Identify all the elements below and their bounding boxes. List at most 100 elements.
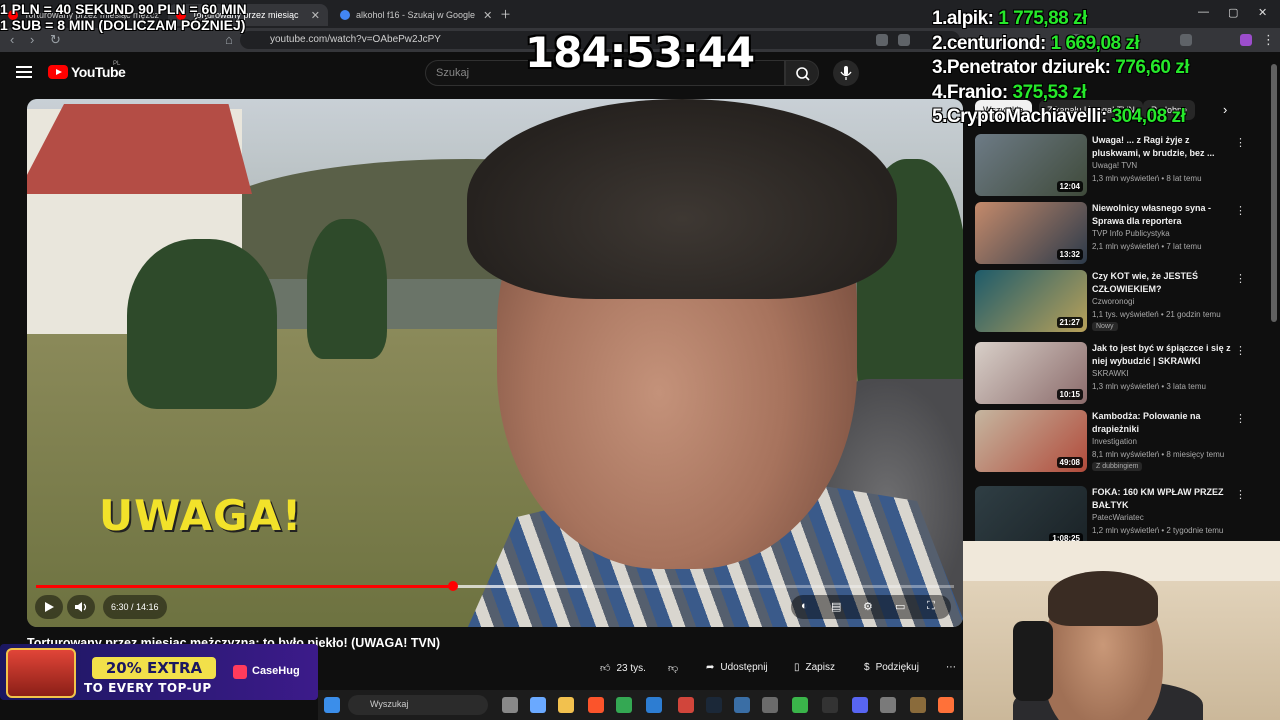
kebab-menu-icon[interactable]: ⋮ [1235,204,1246,217]
obs-icon[interactable] [822,697,838,713]
recommendation-title[interactable]: FOKA: 160 KM WPŁAW PRZEZ BAŁTYK [1092,486,1232,512]
settings-gear-icon[interactable]: ⚙ [863,600,873,613]
channel-name[interactable]: Investigation [1092,437,1137,446]
duration-badge: 10:15 [1056,389,1083,400]
share-arrow-icon: ➦ [706,662,715,673]
theater-mode-icon[interactable]: ▭ [895,600,905,613]
steam-icon[interactable] [706,697,722,713]
tab-title: alkohol f16 - Szukaj w Google [356,10,476,20]
player-controls: 6:30 / 14:16 ◐ ▤ ⚙ ▭ ⛶ [27,595,963,623]
thanks-label: Podziękuj [875,662,919,673]
save-button[interactable]: ▯ Zapisz [794,662,835,682]
app-icon[interactable] [910,697,926,713]
webcam-person [1048,571,1158,626]
progress-bar[interactable] [36,581,954,591]
autoplay-toggle-icon[interactable]: ◐ [801,600,808,612]
close-tab-icon[interactable]: ✕ [475,9,492,22]
kebab-menu-icon[interactable]: ⋮ [1235,488,1246,501]
video-thumbnail[interactable]: 13:32 [975,202,1087,264]
volume-button[interactable] [67,595,95,619]
fullscreen-icon[interactable]: ⛶ [927,600,935,613]
task-view-icon[interactable] [502,697,518,713]
close-tab-icon[interactable]: ✕ [303,9,320,22]
settings-icon[interactable] [880,697,896,713]
channel-name[interactable]: PatecWariatec [1092,513,1144,522]
play-button[interactable] [35,595,63,619]
play-icon [45,602,54,612]
new-tab-icon[interactable]: ＋ [500,6,511,22]
channel-name[interactable]: SKRAWKI [1092,369,1129,378]
video-player[interactable]: UWAGA! 6:30 / 14:16 ◐ ▤ ⚙ ▭ ⛶ [27,99,963,627]
youtube-logo-icon[interactable] [48,65,68,79]
time-display: 6:30 / 14:16 [103,595,167,619]
windows-start-icon[interactable] [324,697,340,713]
recommendation-item[interactable]: 10:15 Jak to jest być w śpiączce i się z… [975,342,1265,404]
donation-rule: 1 SUB = 8 MIN (DOLICZAM PÓŹNIEJ) [0,17,246,33]
subtitles-icon[interactable]: ▤ [831,600,841,613]
firefox-icon[interactable] [938,697,954,713]
thumbs-down-icon: 👎︎ [668,663,679,674]
recommendation-item[interactable]: 13:32 Niewolnicy własnego syna - Sprawa … [975,202,1265,264]
more-actions-icon[interactable]: ⋯ [946,662,956,682]
recommendation-title[interactable]: Uwaga! ... z Ragi żyje z pluskwami, w br… [1092,134,1232,160]
store-icon[interactable] [646,697,662,713]
kebab-menu-icon[interactable]: ⋮ [1235,344,1246,357]
dislike-button[interactable]: 👎︎ [668,662,678,682]
video-thumbnail[interactable]: 49:08 [975,410,1087,472]
share-button[interactable]: ➦ Udostępnij [706,662,768,682]
back-icon[interactable]: ‹ [10,32,14,47]
recommendation-title[interactable]: Niewolnicy własnego syna - Sprawa dla re… [1092,202,1232,228]
app-icon[interactable] [792,697,808,713]
recommendation-item[interactable]: 1:08:25 FOKA: 160 KM WPŁAW PRZEZ BAŁTYK … [975,486,1265,548]
leaderboard-row: 5.CryptoMachiavelli: 304,08 zł [932,106,1186,127]
video-thumbnail[interactable]: 12:04 [975,134,1087,196]
bookmark-icon[interactable]: ⌂ [225,32,233,47]
leaderboard-row: 1.alpik: 1 775,88 zł [932,8,1087,29]
video-thumbnail[interactable]: 10:15 [975,342,1087,404]
kebab-menu-icon[interactable]: ⋮ [1235,136,1246,149]
calculator-icon[interactable] [762,697,778,713]
recommendation-title[interactable]: Czy KOT wie, że JESTEŚ CZŁOWIEKIEM? [1092,270,1232,296]
promo-brand: CaseHug [252,665,300,677]
like-button[interactable]: 👍︎ 23 tys. [600,662,646,682]
copilot-icon[interactable] [530,697,546,713]
save-label: Zapisz [805,662,835,673]
video-thumbnail[interactable]: 21:27 [975,270,1087,332]
channel-name[interactable]: TVP Info Publicystyka [1092,229,1170,238]
recommendation-item[interactable]: 12:04 Uwaga! ... z Ragi żyje z pluskwami… [975,134,1265,196]
file-explorer-icon[interactable] [558,697,574,713]
casehug-logo-icon [233,665,247,679]
leaderboard-row: 4.Franio: 375,53 zł [932,81,1087,103]
hamburger-menu-icon[interactable] [16,66,32,78]
channel-name[interactable]: Czworonogi [1092,297,1134,306]
app-icon[interactable] [678,697,694,713]
notepad-icon[interactable] [734,697,750,713]
voice-search-button[interactable] [833,60,859,86]
video-meta: 1,3 mln wyświetleń • 8 lat temu [1092,174,1202,183]
discord-icon[interactable] [852,697,868,713]
donation-rule: 1 PLN = 40 SEKUND 90 PLN = 60 MIN [0,1,247,17]
video-thumbnail[interactable]: 1:08:25 [975,486,1087,548]
new-badge: Nowy [1092,322,1118,331]
windows-taskbar: Wyszukaj [318,690,963,720]
share-icon[interactable] [898,34,910,46]
search-button[interactable] [785,60,819,86]
recommendation-title[interactable]: Kambodża: Polowanie na drapieżniki [1092,410,1232,436]
recommendation-item[interactable]: 49:08 Kambodża: Polowanie na drapieżniki… [975,410,1265,472]
extension-icon[interactable] [876,34,888,46]
taskbar-search-input[interactable]: Wyszukaj [348,695,488,715]
duration-badge: 21:27 [1056,317,1083,328]
browser-tab[interactable]: alkohol f16 - Szukaj w Google ✕ [332,4,492,26]
thanks-button[interactable]: $ Podziękuj [864,662,919,682]
video-overlay-text: UWAGA! [99,491,303,540]
kebab-menu-icon[interactable]: ⋮ [1235,272,1246,285]
chrome-icon[interactable] [616,697,632,713]
treasure-chest-icon [6,648,76,698]
kebab-menu-icon[interactable]: ⋮ [1235,412,1246,425]
recommendation-title[interactable]: Jak to jest być w śpiączce i się z niej … [1092,342,1232,368]
forward-icon[interactable]: › [30,32,34,47]
reload-icon[interactable]: ↻ [50,32,61,48]
recommendation-item[interactable]: 21:27 Czy KOT wie, że JESTEŚ CZŁOWIEKIEM… [975,270,1265,332]
brave-icon[interactable] [588,697,604,713]
channel-name[interactable]: Uwaga! TVN [1092,161,1137,170]
